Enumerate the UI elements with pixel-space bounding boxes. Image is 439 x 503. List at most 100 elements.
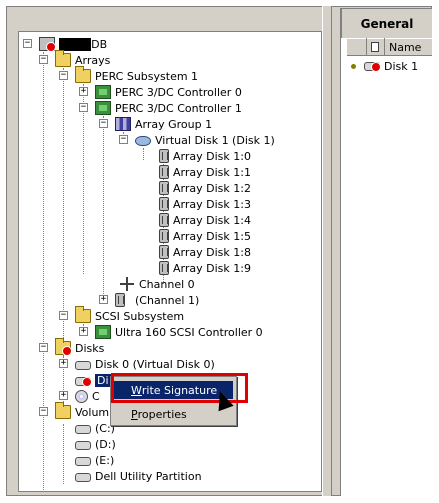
tree-node-array-disk[interactable]: Array Disk 1:9 (159, 260, 251, 276)
tree-node-label: Array Disk 1:1 (173, 165, 251, 179)
expand-icon[interactable]: + (79, 87, 88, 96)
array-disk-icon (159, 149, 169, 163)
virtual-disk-icon (135, 136, 151, 146)
redacted-hostname: XXXX (59, 37, 92, 51)
disk-warning-icon (364, 62, 381, 72)
tree-node-perc-subsystem[interactable]: − PERC Subsystem 1 (59, 66, 199, 84)
tree-node-cd[interactable]: + C (59, 388, 100, 404)
tree-node-perc-controller-1[interactable]: − PERC 3/DC Controller 1 (79, 100, 242, 116)
tree-node-label: Virtual Disk 1 (Disk 1) (155, 133, 275, 147)
channel-disk-icon (115, 293, 125, 307)
folder-icon (55, 402, 71, 419)
tree-node-volume-d[interactable]: (D:) (75, 436, 116, 452)
array-disk-icon (159, 261, 169, 275)
tree-node-array-disk[interactable]: Array Disk 1:3 (159, 196, 251, 212)
tree-node-array-disk[interactable]: Array Disk 1:2 (159, 180, 251, 196)
expand-icon[interactable]: + (99, 295, 108, 304)
collapse-icon[interactable]: − (59, 311, 68, 320)
document-icon (371, 42, 379, 52)
server-icon (39, 37, 56, 52)
array-disk-icon (159, 165, 169, 179)
expand-icon[interactable]: + (79, 327, 88, 336)
pane-splitter[interactable] (322, 6, 332, 496)
folder-warning-icon (55, 338, 72, 356)
tree-node-label: Dell Utility Partition (95, 469, 202, 483)
tree-node-label: Array Disk 1:4 (173, 213, 251, 227)
column-name[interactable]: Name (385, 38, 432, 56)
cd-icon (75, 389, 88, 403)
tree-line (103, 116, 104, 302)
expand-icon[interactable]: + (59, 359, 68, 368)
tree-node-label: (E:) (95, 453, 115, 467)
tree-node-channel-0[interactable]: Channel 0 (119, 276, 195, 292)
tree-node-label: Array Disk 1:8 (173, 245, 251, 259)
status-dot-icon (351, 64, 356, 69)
tree-node-label: Array Disk 1:2 (173, 181, 251, 195)
volume-icon (75, 457, 91, 466)
disk-icon (75, 361, 91, 370)
list-item-label: Disk 1 (384, 60, 419, 73)
tree-node-label: Disk 0 (Virtual Disk 0) (95, 357, 215, 371)
column-checkbox[interactable] (347, 38, 367, 56)
tree-node-channel-1[interactable]: + (Channel 1) (99, 292, 199, 308)
tree-node-array-group[interactable]: − Array Group 1 (99, 116, 212, 132)
array-disk-icon (159, 213, 169, 227)
collapse-icon[interactable]: − (79, 103, 88, 112)
tree-node-virtual-disk[interactable]: − Virtual Disk 1 (Disk 1) (119, 132, 275, 148)
tree-node-perc-controller-0[interactable]: + PERC 3/DC Controller 0 (79, 84, 242, 100)
array-disk-icon (159, 229, 169, 243)
tree-node-array-disk[interactable]: Array Disk 1:8 (159, 244, 251, 260)
tree-node-label: Array Group 1 (135, 117, 213, 131)
tree-line (143, 148, 144, 160)
collapse-icon[interactable]: − (119, 135, 128, 144)
details-pane: General Name Disk 1 (340, 8, 432, 496)
expand-icon[interactable]: + (59, 391, 68, 400)
tree-node-scsi-subsystem[interactable]: − SCSI Subsystem (59, 306, 185, 324)
tree-node-label: Array Disk 1:3 (173, 197, 251, 211)
tree-node-volume-c[interactable]: (C:) (75, 420, 115, 436)
tree-node-label: (D:) (95, 437, 116, 451)
tree-node-root[interactable]: − XXXX DB (23, 36, 107, 52)
menu-item-properties[interactable]: Properties (114, 405, 233, 423)
tree-node-disk-0[interactable]: + Disk 0 (Virtual Disk 0) (59, 356, 215, 372)
tree-node-disks[interactable]: − Disks (39, 338, 105, 356)
tree-node-label: Array Disk 1:5 (173, 229, 251, 243)
tree-node-label: C (92, 389, 100, 403)
tree-line (63, 424, 64, 484)
menu-item-label: rite Signature (141, 383, 218, 397)
folder-icon (75, 66, 91, 83)
controller-icon (95, 325, 111, 339)
collapse-icon[interactable]: − (59, 71, 68, 80)
tree-node-label-selected: Di (95, 373, 111, 387)
tree-node-disk-1[interactable]: Di (75, 372, 111, 388)
tree-node-label: PERC Subsystem 1 (95, 69, 199, 83)
tree-node-array-disk[interactable]: Array Disk 1:4 (159, 212, 251, 228)
menu-item-label: roperties (137, 407, 187, 421)
tree-node-array-disk[interactable]: Array Disk 1:5 (159, 228, 251, 244)
tree-node-scsi-controller[interactable]: + Ultra 160 SCSI Controller 0 (79, 324, 263, 340)
tree-node-label: PERC 3/DC Controller 1 (115, 101, 242, 115)
column-type[interactable] (367, 38, 385, 56)
disk-warning-icon (75, 377, 92, 387)
tree-node-array-disk[interactable]: Array Disk 1:1 (159, 164, 251, 180)
collapse-icon[interactable]: − (99, 119, 108, 128)
folder-icon (75, 306, 91, 323)
menu-item-accelerator: W (131, 383, 142, 397)
tab-general[interactable]: General (341, 8, 432, 38)
menu-item-accelerator: P (131, 407, 138, 421)
collapse-icon[interactable]: − (39, 407, 48, 416)
collapse-icon[interactable]: − (23, 39, 32, 48)
tree-node-dell-partition[interactable]: Dell Utility Partition (75, 468, 202, 484)
tree-node-label: Array Disk 1:0 (173, 149, 251, 163)
tree-node-label: Ultra 160 SCSI Controller 0 (115, 325, 263, 339)
tree-node-volumes[interactable]: − Volum (39, 402, 109, 420)
array-disk-icon (159, 197, 169, 211)
tree-node-label: SCSI Subsystem (95, 309, 185, 323)
collapse-icon[interactable]: − (39, 55, 48, 64)
tree-node-volume-e[interactable]: (E:) (75, 452, 114, 468)
list-item[interactable]: Disk 1 (351, 60, 418, 73)
collapse-icon[interactable]: − (39, 343, 48, 352)
tree-node-label: Disks (75, 341, 105, 355)
tree-node-label: Channel 0 (139, 277, 195, 291)
tree-node-array-disk[interactable]: Array Disk 1:0 (159, 148, 251, 164)
